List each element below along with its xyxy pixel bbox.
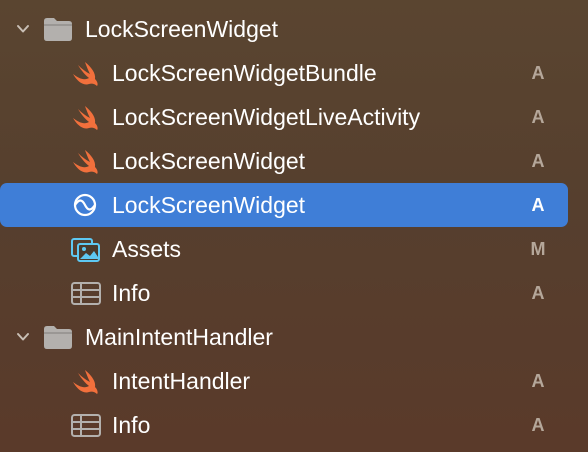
group-label: MainIntentHandler [85, 324, 273, 350]
file-row-info[interactable]: Info A [0, 403, 588, 447]
folder-icon [44, 18, 72, 41]
file-label: LockScreenWidget [112, 148, 306, 174]
chevron-down-icon[interactable] [16, 330, 30, 344]
plist-table-icon [71, 282, 101, 305]
source-control-status-badge: A [531, 415, 545, 435]
file-row-intenthandler[interactable]: IntentHandler A [0, 359, 588, 403]
swift-icon [73, 106, 98, 130]
source-control-status-badge: A [531, 195, 545, 215]
file-row-lockscreenwidgetbundle[interactable]: LockScreenWidgetBundle A [0, 51, 588, 95]
file-row-lockscreenwidget-intentdefinition[interactable]: LockScreenWidget A [0, 183, 588, 227]
intent-definition-icon [73, 193, 97, 217]
group-row-mainintenthandler[interactable]: MainIntentHandler [0, 315, 588, 359]
source-control-status-badge: M [530, 239, 546, 259]
file-row-lockscreenwidget-swift[interactable]: LockScreenWidget A [0, 139, 588, 183]
swift-icon [73, 62, 98, 86]
file-label: Assets [112, 236, 182, 262]
swift-icon [73, 150, 98, 174]
file-row-assets[interactable]: Assets M [0, 227, 588, 271]
asset-catalog-icon [71, 238, 100, 262]
source-control-status-badge: A [531, 63, 545, 83]
source-control-status-badge: A [531, 283, 545, 303]
file-label: Info [112, 280, 151, 306]
source-control-status-badge: A [531, 107, 545, 127]
file-label: LockScreenWidget [112, 192, 306, 218]
file-label: LockScreenWidgetLiveActivity [112, 104, 421, 130]
file-label: Info [112, 412, 151, 438]
file-label: IntentHandler [112, 368, 251, 394]
folder-icon [44, 326, 72, 349]
group-label: LockScreenWidget [85, 16, 279, 42]
plist-table-icon [71, 414, 101, 437]
file-label: LockScreenWidgetBundle [112, 60, 377, 86]
project-navigator: LockScreenWidget LockScreenWidgetBundle … [0, 0, 588, 452]
group-row-lockscreenwidget[interactable]: LockScreenWidget [0, 7, 588, 51]
file-row-info[interactable]: Info A [0, 271, 588, 315]
source-control-status-badge: A [531, 371, 545, 391]
source-control-status-badge: A [531, 151, 545, 171]
chevron-down-icon[interactable] [16, 22, 30, 36]
file-row-lockscreenwidgetliveactivity[interactable]: LockScreenWidgetLiveActivity A [0, 95, 588, 139]
swift-icon [73, 370, 98, 394]
